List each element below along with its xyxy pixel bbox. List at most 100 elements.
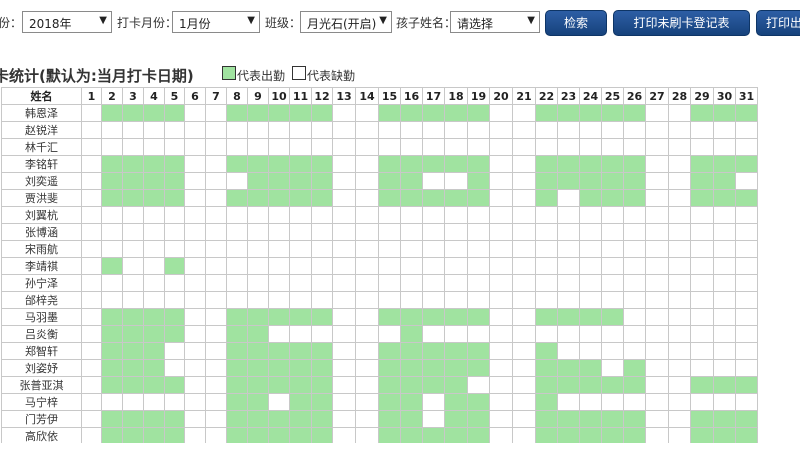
attendance-cell-absent	[289, 206, 312, 224]
attendance-cell-absent	[355, 410, 379, 428]
attendance-cell-present	[467, 427, 490, 443]
attendance-cell-absent	[579, 138, 602, 156]
attendance-cell-absent	[489, 376, 513, 394]
attendance-cell-absent	[355, 121, 379, 139]
attendance-cell-absent	[489, 189, 513, 207]
attendance-cell-absent	[535, 206, 558, 224]
attendance-cell-absent	[735, 308, 758, 326]
day-column-header: 12	[311, 87, 333, 105]
attendance-cell-absent	[184, 172, 206, 190]
month-select[interactable]: 1月份 ▼	[172, 11, 260, 33]
attendance-cell-present	[101, 172, 123, 190]
attendance-cell-present	[122, 325, 144, 343]
day-column-header: 14	[355, 87, 379, 105]
attendance-cell-absent	[601, 325, 624, 343]
attendance-cell-absent	[512, 393, 536, 411]
attendance-cell-absent	[512, 359, 536, 377]
attendance-cell-absent	[355, 223, 379, 241]
attendance-cell-absent	[332, 325, 356, 343]
attendance-cell-absent	[311, 257, 333, 275]
attendance-cell-present	[400, 189, 423, 207]
attendance-cell-present	[311, 393, 333, 411]
attendance-cell-present	[467, 308, 490, 326]
attendance-cell-absent	[332, 274, 356, 292]
attendance-cell-absent	[668, 410, 691, 428]
student-row: 李铭轩	[1, 155, 758, 173]
attendance-cell-absent	[735, 172, 758, 190]
year-select[interactable]: 2018年 ▼	[22, 11, 112, 33]
attendance-table-wrapper: 姓名 1 2 3 4 5 6 7 8 9 10 11 12 13 14 15 16 17 18 19 20 21 22 23 2…	[0, 87, 800, 443]
attendance-cell-present	[268, 172, 290, 190]
attendance-cell-absent	[184, 121, 206, 139]
attendance-cell-absent	[690, 240, 714, 258]
attendance-cell-absent	[226, 257, 248, 275]
attendance-cell-absent	[422, 172, 445, 190]
print-unswiped-button[interactable]: 打印未刷卡登记表	[613, 10, 750, 36]
attendance-cell-absent	[645, 393, 669, 411]
student-name: 刘姿妤	[1, 359, 82, 377]
attendance-cell-absent	[205, 342, 227, 360]
attendance-cell-present	[557, 359, 580, 377]
attendance-cell-absent	[205, 223, 227, 241]
attendance-cell-absent	[467, 223, 490, 241]
attendance-cell-absent	[205, 410, 227, 428]
attendance-cell-absent	[205, 393, 227, 411]
attendance-cell-absent	[332, 376, 356, 394]
attendance-cell-present	[378, 410, 401, 428]
attendance-cell-present	[690, 189, 714, 207]
attendance-cell-absent	[164, 291, 185, 309]
attendance-cell-absent	[205, 359, 227, 377]
attendance-cell-absent	[579, 274, 602, 292]
attendance-cell-absent	[735, 121, 758, 139]
attendance-cell-absent	[184, 359, 206, 377]
attendance-cell-absent	[489, 121, 513, 139]
day-column-header: 30	[713, 87, 736, 105]
attendance-cell-absent	[735, 393, 758, 411]
attendance-cell-absent	[601, 342, 624, 360]
attendance-cell-present	[444, 189, 468, 207]
print-attendance-button[interactable]: 打印出勤	[756, 10, 800, 36]
attendance-cell-present	[535, 172, 558, 190]
attendance-cell-present	[735, 189, 758, 207]
attendance-cell-present	[311, 342, 333, 360]
search-button[interactable]: 检索	[545, 10, 607, 36]
attendance-cell-absent	[164, 359, 185, 377]
attendance-cell-absent	[247, 206, 269, 224]
attendance-cell-absent	[81, 308, 102, 326]
student-row: 马羽墨	[1, 308, 758, 326]
attendance-cell-present	[101, 325, 123, 343]
attendance-cell-present	[623, 155, 646, 173]
class-select[interactable]: 月光石(开启) ▼	[300, 11, 392, 33]
attendance-cell-absent	[226, 172, 248, 190]
attendance-cell-present	[735, 155, 758, 173]
attendance-cell-absent	[713, 240, 736, 258]
student-name: 马宁梓	[1, 393, 82, 411]
attendance-cell-present	[735, 104, 758, 122]
student-name: 贾洪斐	[1, 189, 82, 207]
attendance-cell-present	[579, 427, 602, 443]
attendance-cell-absent	[623, 342, 646, 360]
attendance-cell-present	[226, 410, 248, 428]
attendance-cell-present	[378, 104, 401, 122]
attendance-cell-present	[422, 189, 445, 207]
attendance-cell-absent	[557, 325, 580, 343]
attendance-cell-absent	[713, 206, 736, 224]
attendance-cell-absent	[332, 427, 356, 443]
attendance-cell-present	[378, 393, 401, 411]
attendance-cell-present	[122, 342, 144, 360]
attendance-cell-absent	[101, 206, 123, 224]
attendance-cell-absent	[311, 291, 333, 309]
attendance-cell-absent	[467, 138, 490, 156]
attendance-cell-absent	[81, 325, 102, 343]
attendance-cell-absent	[579, 342, 602, 360]
attendance-cell-absent	[601, 359, 624, 377]
attendance-cell-present	[557, 308, 580, 326]
attendance-cell-present	[535, 427, 558, 443]
child-name-select[interactable]: 请选择 ▼	[450, 11, 540, 33]
attendance-cell-absent	[601, 274, 624, 292]
attendance-cell-absent	[143, 223, 165, 241]
attendance-cell-absent	[355, 155, 379, 173]
attendance-cell-absent	[289, 223, 312, 241]
attendance-cell-absent	[668, 359, 691, 377]
attendance-cell-absent	[713, 274, 736, 292]
